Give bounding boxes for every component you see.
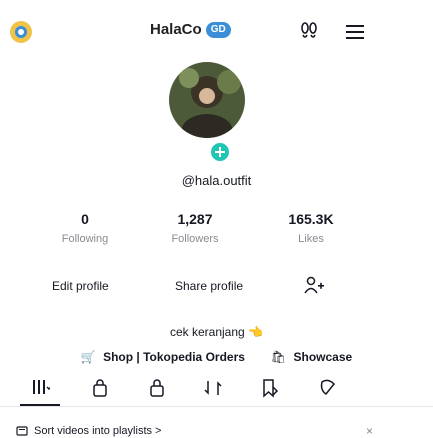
title-badge: GD [205, 21, 231, 38]
add-friend-icon[interactable] [303, 276, 325, 294]
shop-link[interactable]: 🛒 Shop | Tokopedia Orders [81, 350, 245, 364]
showcase-link[interactable]: 🛍 Showcase [271, 350, 352, 364]
stat-likes[interactable]: 165.3K Likes [266, 211, 356, 245]
page-title: HalaCo [150, 21, 202, 38]
tab-private[interactable] [145, 377, 169, 399]
playlist-prompt[interactable]: Sort videos into playlists > [16, 425, 161, 437]
stat-label: Likes [298, 233, 324, 245]
shopping-bag-icon [93, 379, 107, 397]
bio-label: cek keranjang [169, 325, 245, 339]
stat-value: 165.3K [288, 211, 334, 227]
repost-icon [204, 381, 222, 395]
bio-text: cek keranjang 👈 [0, 325, 433, 339]
tab-videos[interactable] [28, 377, 52, 399]
close-icon[interactable]: × [366, 424, 373, 438]
stat-label: Following [61, 233, 109, 245]
tab-shop[interactable] [88, 377, 112, 399]
stat-label: Followers [171, 233, 219, 245]
playlist-icon [16, 426, 28, 436]
bookmark-icon [263, 379, 279, 398]
profile-title: HalaCo GD [150, 21, 231, 38]
avatar-image [169, 62, 245, 138]
username: @hala.outfit [181, 173, 252, 188]
stat-followers[interactable]: 1,287 Followers [150, 211, 240, 245]
shop-link-label: Shop | Tokopedia Orders [103, 350, 245, 364]
stat-following[interactable]: 0 Following [40, 211, 130, 245]
stat-value: 1,287 [177, 211, 213, 227]
avatar[interactable] [169, 62, 245, 138]
tab-liked[interactable] [316, 377, 340, 399]
cart-icon: 🛒 [80, 350, 96, 364]
bag-icon: 🛍 [270, 350, 287, 364]
grid-icon [33, 380, 50, 394]
add-avatar-icon[interactable] [209, 141, 231, 163]
liked-icon [320, 379, 336, 396]
app-logo-icon[interactable] [9, 20, 33, 44]
tab-favorites[interactable] [258, 377, 282, 399]
footprint-icon[interactable] [300, 21, 318, 41]
menu-icon[interactable] [346, 25, 364, 39]
edit-profile-button[interactable]: Edit profile [52, 279, 109, 293]
playlist-prompt-text: Sort videos into playlists > [34, 425, 162, 437]
share-profile-button[interactable]: Share profile [175, 279, 243, 293]
showcase-link-label: Showcase [293, 350, 353, 364]
profile-links: 🛒 Shop | Tokopedia Orders 🛍 Showcase [0, 350, 433, 364]
tab-divider [0, 406, 433, 407]
lock-icon [150, 379, 164, 397]
pointer-icon: 👈 [248, 325, 263, 339]
tab-reposts[interactable] [201, 377, 225, 399]
stat-value: 0 [81, 211, 89, 227]
